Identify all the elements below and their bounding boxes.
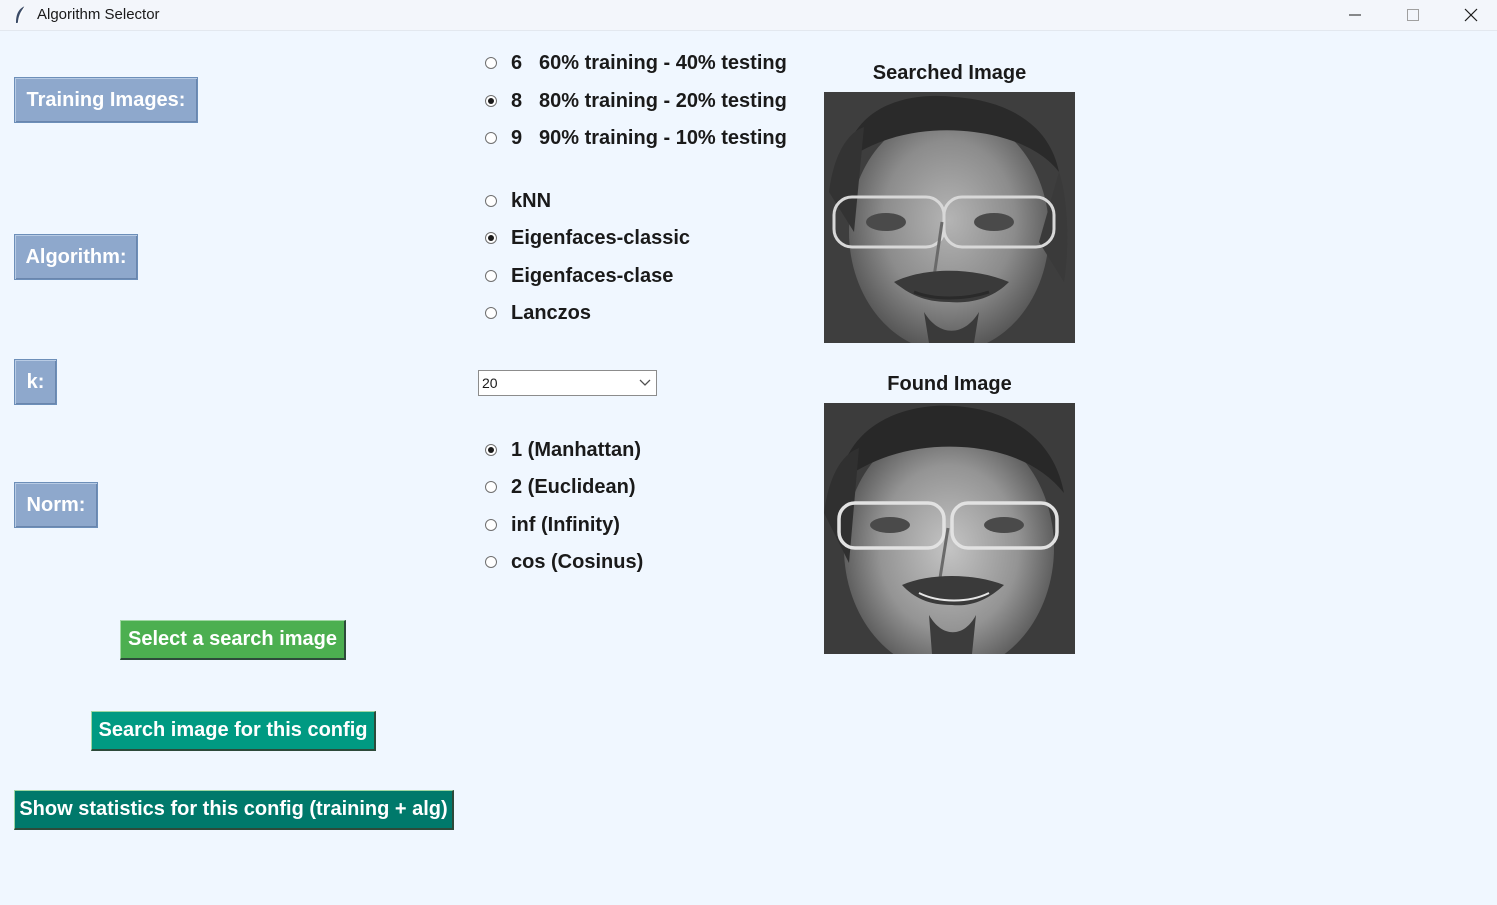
training-option-number: 8 [511, 89, 523, 112]
radio-icon [485, 195, 497, 207]
radio-icon [485, 481, 497, 493]
radio-icon [485, 57, 497, 69]
radio-checked-icon [485, 232, 497, 244]
radio-icon [485, 556, 497, 568]
window-title: Algorithm Selector [37, 6, 160, 23]
training-option-6[interactable]: 6 60% training - 40% testing [485, 50, 787, 76]
norm-option-label: cos (Cosinus) [511, 550, 644, 573]
close-icon [1464, 8, 1478, 22]
searched-face-image [824, 92, 1075, 343]
algorithm-label: Algorithm: [14, 234, 138, 280]
maximize-icon [1407, 9, 1419, 21]
norm-option-label: inf (Infinity) [511, 513, 620, 536]
maximize-button[interactable] [1384, 0, 1442, 30]
minimize-button[interactable] [1326, 0, 1384, 30]
k-select-value: 20 [482, 375, 498, 391]
algorithm-option-label: Eigenfaces-classic [511, 226, 690, 249]
algorithm-option-label: kNN [511, 189, 552, 212]
feather-icon [16, 5, 26, 24]
radio-checked-icon [485, 444, 497, 456]
radio-checked-icon [485, 95, 497, 107]
norm-option-label: 1 (Manhattan) [511, 438, 641, 461]
training-option-number: 9 [511, 126, 523, 149]
show-statistics-button[interactable]: Show statistics for this config (trainin… [14, 790, 454, 830]
radio-icon [485, 132, 497, 144]
radio-icon [485, 307, 497, 319]
algorithm-option-eigenfaces-clase[interactable]: Eigenfaces-clase [485, 263, 673, 289]
close-button[interactable] [1442, 0, 1497, 30]
training-option-label: 90% training - 10% testing [539, 126, 787, 149]
training-option-8[interactable]: 8 80% training - 20% testing [485, 88, 787, 114]
minimize-icon [1349, 14, 1361, 16]
title-bar: Algorithm Selector [0, 0, 1497, 31]
radio-icon [485, 519, 497, 531]
algorithm-option-label: Eigenfaces-clase [511, 264, 674, 287]
searched-image-caption: Searched Image [872, 62, 1027, 84]
found-face-image [824, 403, 1075, 654]
algorithm-option-knn[interactable]: kNN [485, 188, 551, 214]
training-option-label: 60% training - 40% testing [539, 51, 787, 74]
search-image-config-button[interactable]: Search image for this config [91, 711, 376, 751]
radio-icon [485, 270, 497, 282]
norm-option-infinity[interactable]: inf (Infinity) [485, 512, 620, 538]
norm-label: Norm: [14, 482, 98, 528]
k-select[interactable]: 20 [478, 370, 657, 396]
chevron-down-icon [639, 379, 651, 386]
k-label: k: [14, 359, 57, 405]
norm-option-label: 2 (Euclidean) [511, 475, 636, 498]
norm-option-manhattan[interactable]: 1 (Manhattan) [485, 437, 641, 463]
algorithm-option-label: Lanczos [511, 301, 592, 324]
norm-option-euclidean[interactable]: 2 (Euclidean) [485, 474, 635, 500]
algorithm-option-eigenfaces-classic[interactable]: Eigenfaces-classic [485, 225, 690, 251]
norm-option-cosinus[interactable]: cos (Cosinus) [485, 549, 643, 575]
algorithm-option-lanczos[interactable]: Lanczos [485, 300, 591, 326]
training-option-9[interactable]: 9 90% training - 10% testing [485, 125, 787, 151]
training-option-label: 80% training - 20% testing [539, 89, 787, 112]
training-images-label: Training Images: [14, 77, 198, 123]
select-search-image-button[interactable]: Select a search image [120, 620, 346, 660]
found-image-caption: Found Image [887, 373, 1012, 395]
training-option-number: 6 [511, 51, 523, 74]
